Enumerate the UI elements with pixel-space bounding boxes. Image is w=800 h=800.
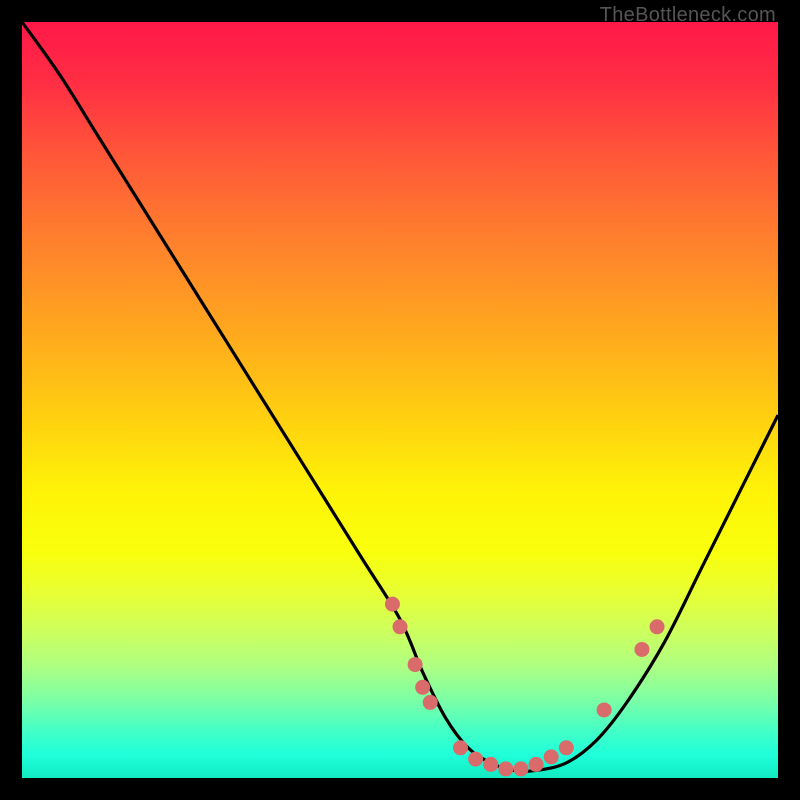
chart-container: TheBottleneck.com — [0, 0, 800, 800]
plot-area — [22, 22, 778, 778]
marker-dot — [385, 597, 400, 612]
marker-dot — [498, 761, 513, 776]
marker-dot — [453, 740, 468, 755]
marker-dot — [415, 680, 430, 695]
marker-dot — [468, 752, 483, 767]
marker-dot — [634, 642, 649, 657]
chart-svg — [22, 22, 778, 778]
marker-dot — [597, 702, 612, 717]
marker-dot — [544, 749, 559, 764]
marker-dot — [423, 695, 438, 710]
marker-dot — [513, 761, 528, 776]
marker-dot — [393, 619, 408, 634]
marker-dot — [408, 657, 423, 672]
marker-dot — [559, 740, 574, 755]
marker-dots — [385, 597, 665, 777]
marker-dot — [529, 757, 544, 772]
marker-dot — [483, 757, 498, 772]
bottleneck-curve — [22, 22, 778, 771]
marker-dot — [650, 619, 665, 634]
